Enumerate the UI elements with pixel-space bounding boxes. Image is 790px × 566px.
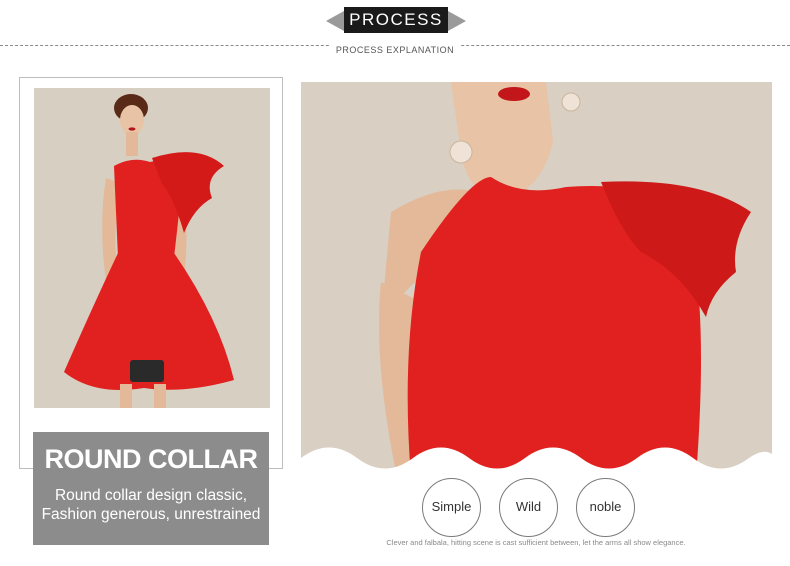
feature-description-line1: Round collar design classic, <box>54 487 248 504</box>
caption-text: Clever and falbala, hitting scene is cas… <box>386 538 686 547</box>
badge-wild: Wild <box>499 478 558 537</box>
feature-title: ROUND COLLAR <box>44 444 258 474</box>
header-title: PROCESS <box>344 7 448 33</box>
header-subtitle: PROCESS EXPLANATION <box>329 45 461 55</box>
ribbon-tail-left <box>326 11 344 31</box>
header-ribbon: PROCESS <box>326 7 466 35</box>
ribbon-tail-right <box>448 11 466 31</box>
model-closeup-photo <box>301 82 772 477</box>
badge-noble: noble <box>576 478 635 537</box>
header-subtitle-wrap: PROCESS EXPLANATION <box>0 40 790 58</box>
badge-simple: Simple <box>422 478 481 537</box>
feature-description: Round collar design classic, Fashion gen… <box>33 486 269 524</box>
model-full-body-photo <box>34 88 270 408</box>
round-collar-label: ROUND COLLAR Round collar design classic… <box>33 432 269 545</box>
feature-description-line2: Fashion generous, unrestrained <box>41 506 261 523</box>
